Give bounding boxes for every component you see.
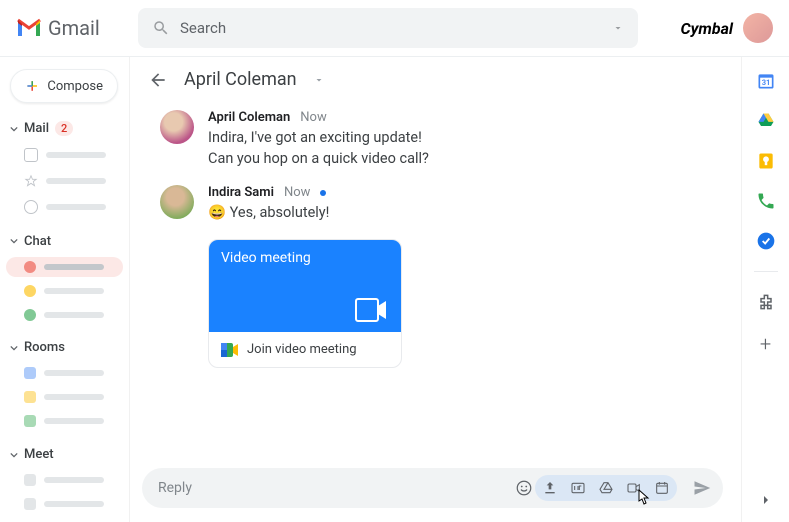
chevron-down-icon[interactable]: [313, 74, 325, 86]
chat-item-3[interactable]: [6, 305, 123, 325]
chevron-right-icon[interactable]: [758, 492, 774, 508]
account-avatar[interactable]: [743, 13, 773, 43]
tasks-icon[interactable]: [756, 231, 776, 251]
compose-label: Compose: [47, 79, 103, 94]
card-header: Video meeting: [209, 240, 401, 332]
message-list: April Coleman Now Indira, I've got an ex…: [130, 102, 741, 460]
message-time: Now: [300, 110, 326, 125]
meet-item-1[interactable]: [6, 470, 123, 490]
drive-icon[interactable]: [756, 111, 776, 131]
send-icon[interactable]: [693, 479, 711, 497]
sidebar-section-rooms[interactable]: Rooms: [6, 336, 123, 359]
keep-icon[interactable]: [756, 151, 776, 171]
mail-badge: 2: [55, 121, 73, 136]
search-bar[interactable]: Search: [138, 8, 638, 48]
mail-item-inbox[interactable]: [6, 144, 123, 166]
sender-name: Indira Sami: [208, 185, 274, 200]
svg-text:31: 31: [761, 78, 770, 87]
gmail-logo[interactable]: Gmail: [16, 16, 126, 40]
reply-placeholder: Reply: [158, 480, 515, 496]
sidebar: Compose Mail 2 Chat Rooms: [0, 57, 130, 522]
reply-input[interactable]: Reply: [142, 468, 723, 508]
product-name: Gmail: [48, 16, 100, 40]
sidebar-section-meet[interactable]: Meet: [6, 443, 123, 466]
back-arrow-icon[interactable]: [148, 70, 168, 90]
upload-icon[interactable]: [541, 479, 559, 497]
chat-item-2[interactable]: [6, 281, 123, 301]
room-item-3[interactable]: [6, 411, 123, 431]
message: Indira Sami Now 😄 Yes, absolutely!: [160, 185, 711, 223]
cursor-icon: [633, 488, 651, 510]
avatar[interactable]: [160, 110, 194, 144]
video-meeting-card: Video meeting Join video meeting: [208, 239, 402, 368]
star-icon: [24, 174, 38, 188]
emoji-icon[interactable]: [515, 479, 533, 497]
chat-title: April Coleman: [184, 69, 297, 90]
message: April Coleman Now Indira, I've got an ex…: [160, 110, 711, 169]
addons-icon[interactable]: [756, 292, 776, 312]
sender-name: April Coleman: [208, 110, 290, 125]
caret-down-icon: [10, 344, 18, 352]
account-area: Cymbal: [680, 13, 773, 43]
compose-button[interactable]: Compose: [10, 69, 118, 103]
caret-down-icon: [10, 237, 18, 245]
side-panel: 31 +: [741, 57, 789, 522]
avatar[interactable]: [160, 185, 194, 219]
chat-header: April Coleman: [130, 57, 741, 102]
card-title: Video meeting: [221, 250, 389, 266]
unread-indicator: [320, 190, 326, 196]
gmail-icon: [16, 18, 42, 38]
caret-down-icon: [10, 125, 18, 133]
sidebar-section-mail[interactable]: Mail 2: [6, 117, 123, 140]
mail-item-snoozed[interactable]: [6, 196, 123, 218]
room-item-2[interactable]: [6, 387, 123, 407]
message-body: 😄 Yes, absolutely!: [208, 202, 329, 223]
chat-item-1[interactable]: [6, 257, 123, 277]
drive-icon[interactable]: [597, 479, 615, 497]
join-label: Join video meeting: [247, 342, 357, 357]
room-item-1[interactable]: [6, 363, 123, 383]
contacts-icon[interactable]: [756, 191, 776, 211]
meet-icon: [221, 343, 239, 357]
sidebar-section-chat[interactable]: Chat: [6, 230, 123, 253]
separator: [754, 271, 778, 272]
app-header: Gmail Search Cymbal: [0, 0, 789, 56]
dropdown-icon[interactable]: [612, 22, 624, 34]
search-placeholder: Search: [180, 19, 612, 37]
mail-item-starred[interactable]: [6, 170, 123, 192]
video-camera-icon: [355, 298, 387, 322]
calendar-icon[interactable]: 31: [756, 71, 776, 91]
attachment-pill: [535, 475, 677, 501]
plus-icon: [25, 78, 39, 94]
calendar-icon[interactable]: [653, 479, 671, 497]
join-meeting-button[interactable]: Join video meeting: [209, 332, 401, 367]
message-time: Now: [284, 185, 310, 200]
get-addons-button[interactable]: +: [760, 332, 771, 356]
gif-icon[interactable]: [569, 479, 587, 497]
search-icon: [152, 19, 170, 37]
meet-item-2[interactable]: [6, 494, 123, 514]
org-brand: Cymbal: [680, 19, 733, 38]
message-body: Indira, I've got an exciting update! Can…: [208, 127, 429, 169]
caret-down-icon: [10, 451, 18, 459]
main-panel: April Coleman April Coleman Now Indira, …: [130, 57, 741, 522]
